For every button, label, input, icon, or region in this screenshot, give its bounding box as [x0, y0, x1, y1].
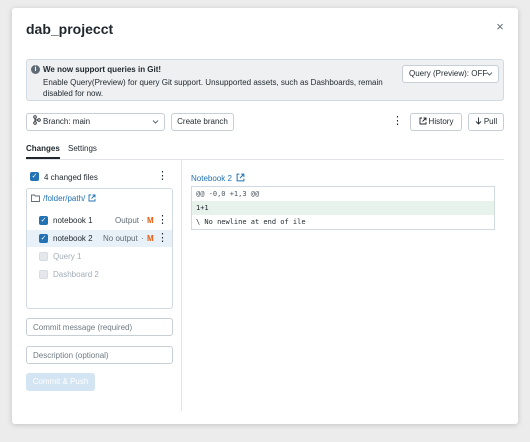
folder-path-link[interactable]: /folder/path/ [43, 194, 85, 203]
diff-added-line: 1+1 [192, 201, 494, 215]
history-button[interactable]: History [410, 113, 462, 131]
changed-files-count: 4 changed files [44, 173, 98, 182]
file-name: Query 1 [53, 252, 82, 261]
file-row-notebook-2[interactable]: ✓ notebook 2 No output · M ⋮ [27, 230, 172, 247]
separator-dot: · [141, 216, 144, 225]
external-link-icon[interactable] [88, 194, 96, 202]
arrow-down-icon [475, 117, 482, 125]
commit-description-input[interactable] [26, 346, 173, 364]
select-all-checkbox[interactable]: ✓ [30, 172, 39, 181]
diff-no-newline-note: \ No newline at end of ile [196, 218, 306, 226]
file-name: notebook 2 [53, 234, 93, 243]
file-name: notebook 1 [53, 216, 93, 225]
diff-viewer: @@ -0,0 +1,3 @@ 1+1 \ No newline at end … [191, 186, 495, 230]
file-checkbox[interactable]: ✓ [39, 216, 48, 225]
banner-body: Enable Query(Preview) for query Git supp… [43, 78, 383, 98]
git-dialog: dab_projecct × i We now support queries … [12, 8, 518, 424]
file-row-query-1: Query 1 [27, 248, 172, 265]
file-row-notebook-1[interactable]: ✓ notebook 1 Output · M ⋮ [27, 212, 172, 229]
tab-changes[interactable]: Changes [26, 144, 60, 153]
history-button-label: History [428, 117, 454, 126]
branch-select-label: Branch: main [43, 117, 91, 126]
separator-dot: · [141, 234, 144, 243]
file-checkbox[interactable]: ✓ [39, 234, 48, 243]
dialog-title: dab_projecct [26, 21, 114, 37]
folder-icon [31, 194, 40, 202]
commit-message-input[interactable] [26, 318, 173, 336]
tabs-divider [26, 159, 504, 160]
external-link-icon [419, 117, 426, 125]
banner-title: We now support queries in Git! [43, 65, 162, 74]
panel-divider [181, 159, 182, 411]
pull-button[interactable]: Pull [468, 113, 504, 131]
more-options-icon[interactable]: ⋮ [392, 116, 403, 127]
commit-push-button[interactable]: Commit & Push [26, 373, 95, 391]
chevron-down-icon [152, 120, 159, 124]
file-row-dashboard-2: Dashboard 2 [27, 266, 172, 283]
diff-hunk-header: @@ -0,0 +1,3 @@ [196, 190, 260, 198]
pull-button-label: Pull [483, 117, 498, 126]
diff-file-link[interactable]: Notebook 2 [191, 173, 245, 183]
file-checkbox [39, 270, 48, 279]
chevron-down-icon [486, 72, 493, 76]
more-options-icon[interactable]: ⋮ [157, 215, 168, 226]
create-branch-button[interactable]: Create branch [171, 113, 234, 131]
diff-file-name: Notebook 2 [191, 174, 232, 183]
more-options-icon[interactable]: ⋮ [157, 171, 168, 182]
tab-settings[interactable]: Settings [68, 144, 97, 153]
info-icon: i [31, 65, 40, 74]
more-options-icon[interactable]: ⋮ [157, 233, 168, 244]
file-checkbox [39, 252, 48, 261]
file-name: Dashboard 2 [53, 270, 99, 279]
branch-icon [33, 115, 41, 125]
file-output-status: Output [115, 216, 140, 225]
changed-files-list: /folder/path/ ✓ notebook 1 Output · M ⋮ … [26, 188, 173, 309]
branch-select[interactable]: Branch: main [26, 113, 165, 131]
query-preview-select-value: Query (Preview): OFF [409, 69, 488, 78]
modified-badge: M [147, 234, 154, 243]
close-icon[interactable]: × [493, 20, 507, 34]
file-output-status: No output [103, 234, 138, 243]
folder-row[interactable]: /folder/path/ [27, 190, 172, 207]
modified-badge: M [147, 216, 154, 225]
info-banner: i We now support queries in Git! Enable … [26, 59, 504, 101]
query-preview-select[interactable]: Query (Preview): OFF [402, 65, 499, 83]
external-link-icon [236, 173, 245, 182]
